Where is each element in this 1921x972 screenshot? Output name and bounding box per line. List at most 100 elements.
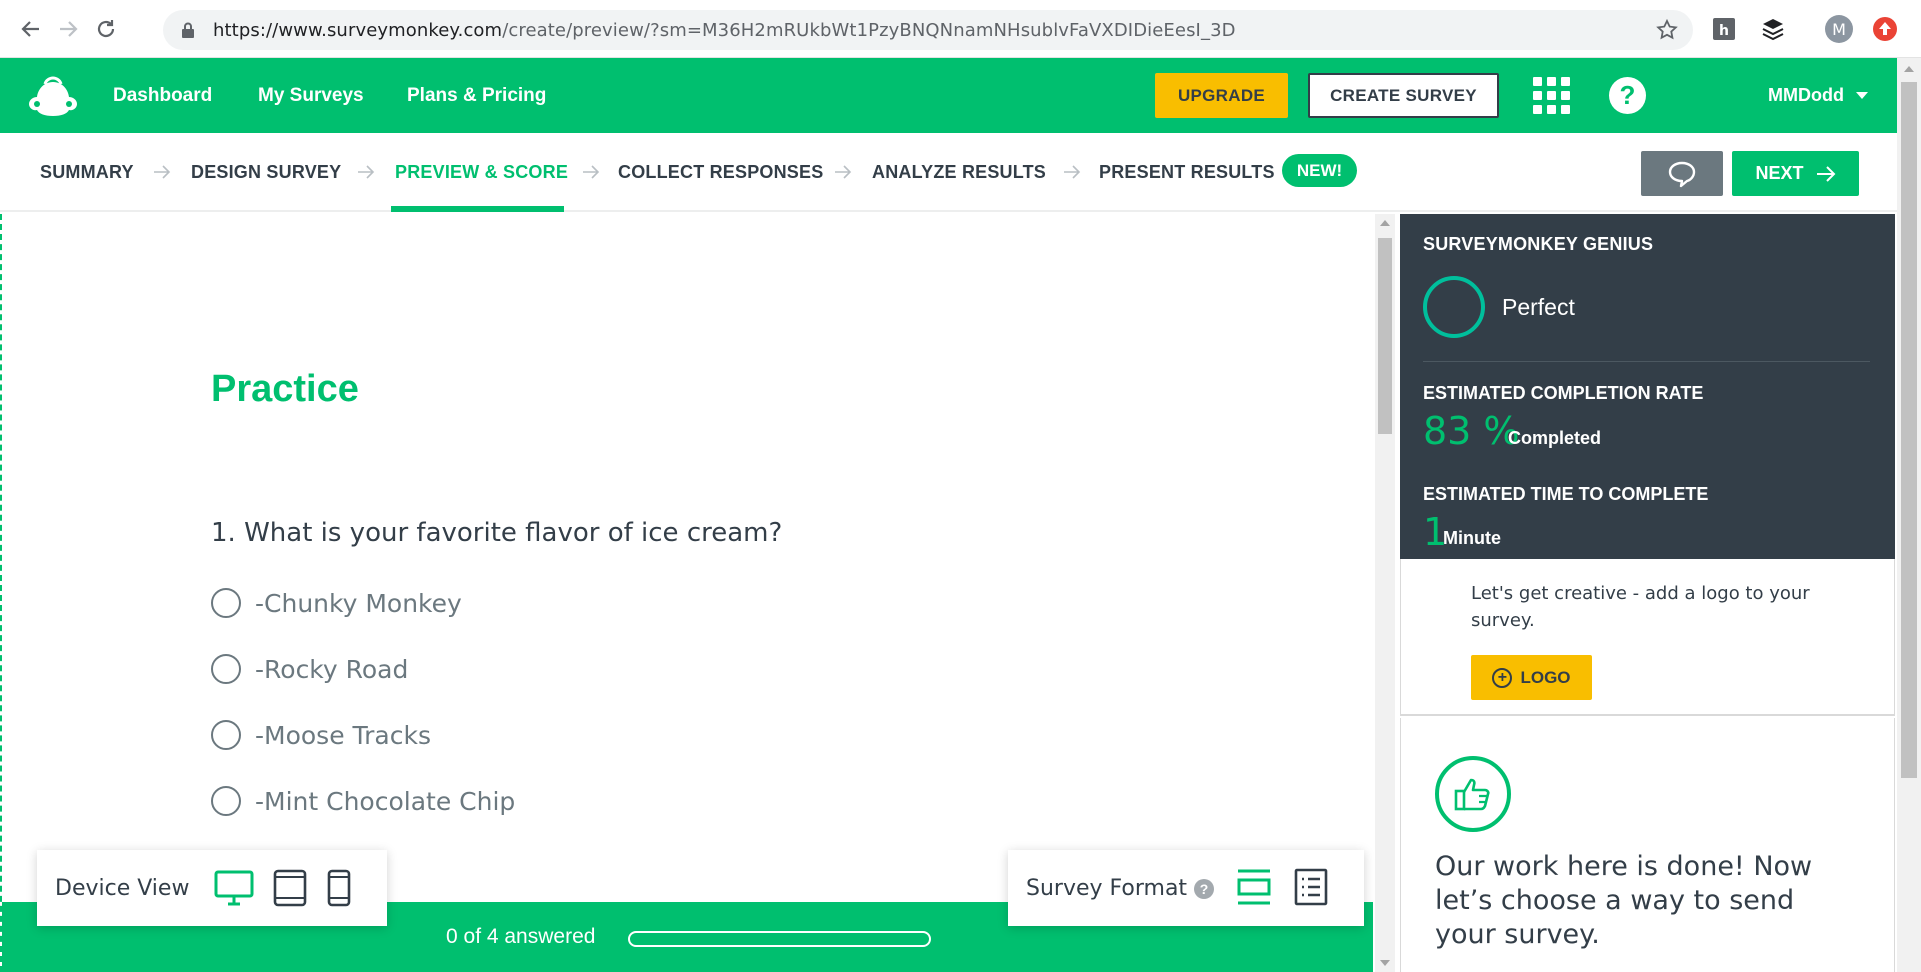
honey-extension-icon[interactable]: h <box>1709 14 1739 44</box>
back-button[interactable] <box>16 14 46 44</box>
help-icon[interactable]: ? <box>1609 77 1646 114</box>
next-label: NEXT <box>1755 163 1804 183</box>
nav-dashboard[interactable]: Dashboard <box>113 58 212 133</box>
answer-option-label: -Moose Tracks <box>255 720 431 750</box>
surveymonkey-logo-icon[interactable] <box>26 76 80 116</box>
active-step-indicator <box>391 206 564 212</box>
device-view-label: Device View <box>55 875 190 901</box>
username: MMDodd <box>1768 85 1844 105</box>
page-scrollbar[interactable] <box>1897 58 1921 972</box>
arrow-right-icon <box>1064 165 1081 179</box>
step-preview-score[interactable]: PREVIEW & SCORE <box>395 133 568 212</box>
upgrade-button[interactable]: UPGRADE <box>1155 73 1288 118</box>
completion-time-unit: Minute <box>1443 528 1501 548</box>
step-summary[interactable]: SUMMARY <box>40 133 134 212</box>
bookmark-star-icon[interactable] <box>1655 18 1679 42</box>
done-message: Our work here is done! Now let’s choose … <box>1435 851 1813 950</box>
mobile-phone-icon[interactable] <box>327 869 351 907</box>
progress-text: 0 of 4 answered <box>446 925 596 948</box>
logo-tip-card: Let's get creative - add a logo to your … <box>1400 559 1895 716</box>
survey-title: Practice <box>211 368 359 410</box>
feedback-button[interactable] <box>1641 151 1723 196</box>
layers-extension-icon[interactable] <box>1758 14 1788 44</box>
speech-bubble-icon <box>1668 161 1696 187</box>
genius-heading: SURVEYMONKEY GENIUS <box>1423 234 1654 254</box>
answer-option-label: -Mint Chocolate Chip <box>255 786 516 816</box>
one-question-format-icon[interactable] <box>1236 868 1272 906</box>
logo-tip-text: Let's get creative - add a logo to your … <box>1471 583 1810 631</box>
device-view-panel: Device View <box>37 850 387 926</box>
list-format-icon[interactable] <box>1294 868 1328 906</box>
arrow-right-icon <box>835 165 852 179</box>
completion-rate-label: ESTIMATED COMPLETION RATE <box>1423 383 1704 403</box>
tablet-icon[interactable] <box>273 869 307 907</box>
genius-score-ring <box>1423 276 1485 338</box>
survey-format-panel: Survey Format ? <box>1008 850 1364 926</box>
arrow-right-icon <box>358 165 375 179</box>
scroll-up-icon[interactable] <box>1380 220 1390 226</box>
profile-avatar[interactable]: M <box>1824 14 1854 44</box>
step-collect-responses[interactable]: COLLECT RESPONSES <box>618 133 823 212</box>
url-text: https://www.surveymonkey.com/create/prev… <box>213 20 1236 41</box>
radio-button[interactable] <box>211 654 241 684</box>
reload-icon <box>97 20 115 38</box>
user-menu[interactable]: MMDodd <box>1768 58 1868 133</box>
apps-grid-icon[interactable] <box>1533 77 1570 114</box>
radio-button[interactable] <box>211 786 241 816</box>
forward-arrow-icon <box>60 21 78 37</box>
reload-button[interactable] <box>91 14 121 44</box>
progress-bar <box>628 931 931 947</box>
nav-plans-pricing[interactable]: Plans & Pricing <box>407 58 546 133</box>
survey-format-label: Survey Format <box>1026 876 1188 901</box>
radio-button[interactable] <box>211 720 241 750</box>
scrollbar-thumb[interactable] <box>1378 238 1392 434</box>
radio-button[interactable] <box>211 588 241 618</box>
answer-option[interactable]: -Moose Tracks <box>211 718 431 752</box>
workflow-step-bar: SUMMARY DESIGN SURVEY PREVIEW & SCORE CO… <box>0 133 1921 212</box>
svg-text:h: h <box>1719 23 1729 39</box>
address-bar[interactable]: https://www.surveymonkey.com/create/prev… <box>163 10 1693 50</box>
nav-my-surveys[interactable]: My Surveys <box>258 58 364 133</box>
arrow-right-icon <box>154 165 171 179</box>
add-logo-button[interactable]: + LOGO <box>1471 655 1592 700</box>
arrow-right-icon <box>1816 165 1835 182</box>
profile-initial: M <box>1825 15 1853 43</box>
back-arrow-icon <box>21 21 39 37</box>
help-icon[interactable]: ? <box>1194 879 1214 899</box>
step-design-survey[interactable]: DESIGN SURVEY <box>191 133 341 212</box>
genius-panel: SURVEYMONKEY GENIUS Perfect ESTIMATED CO… <box>1400 214 1895 559</box>
preview-scrollbar[interactable] <box>1375 214 1395 972</box>
answer-option[interactable]: -Chunky Monkey <box>211 586 462 620</box>
scroll-up-icon[interactable] <box>1904 66 1914 72</box>
arrow-right-icon <box>583 165 600 179</box>
desktop-icon[interactable] <box>214 869 254 907</box>
completion-rate-value: 83 % <box>1423 409 1520 453</box>
url-host: https://www.surveymonkey.com <box>213 20 503 41</box>
scrollbar-thumb[interactable] <box>1901 82 1917 778</box>
done-card: Our work here is done! Now let’s choose … <box>1400 718 1895 972</box>
answer-option[interactable]: -Mint Chocolate Chip <box>211 784 515 818</box>
update-extension-icon[interactable] <box>1870 14 1900 44</box>
completion-time-label: ESTIMATED TIME TO COMPLETE <box>1423 484 1709 504</box>
plus-circle-icon: + <box>1492 667 1513 688</box>
lock-icon <box>182 22 194 38</box>
add-logo-label: LOGO <box>1520 667 1571 687</box>
forward-button[interactable] <box>53 14 83 44</box>
answer-option[interactable]: -Rocky Road <box>211 652 408 686</box>
divider <box>1423 361 1870 362</box>
question-text: 1. What is your favorite flavor of ice c… <box>211 518 783 548</box>
answer-option-label: -Chunky Monkey <box>255 588 462 618</box>
answer-option-label: -Rocky Road <box>255 654 409 684</box>
create-survey-button[interactable]: CREATE SURVEY <box>1308 73 1499 118</box>
new-badge: NEW! <box>1282 154 1357 187</box>
url-path: /create/preview/?sm=M36H2mRUkbWt1PzyBNQN… <box>502 20 1236 41</box>
genius-status: Perfect <box>1502 294 1575 320</box>
thumbs-up-icon <box>1435 756 1511 832</box>
chevron-down-icon <box>1855 92 1868 99</box>
next-button[interactable]: NEXT <box>1732 151 1859 196</box>
step-present-results[interactable]: PRESENT RESULTS <box>1099 133 1275 212</box>
completion-rate-unit: Completed <box>1508 428 1602 448</box>
browser-toolbar: https://www.surveymonkey.com/create/prev… <box>0 0 1921 58</box>
step-analyze-results[interactable]: ANALYZE RESULTS <box>872 133 1046 212</box>
scroll-down-icon[interactable] <box>1380 960 1390 966</box>
